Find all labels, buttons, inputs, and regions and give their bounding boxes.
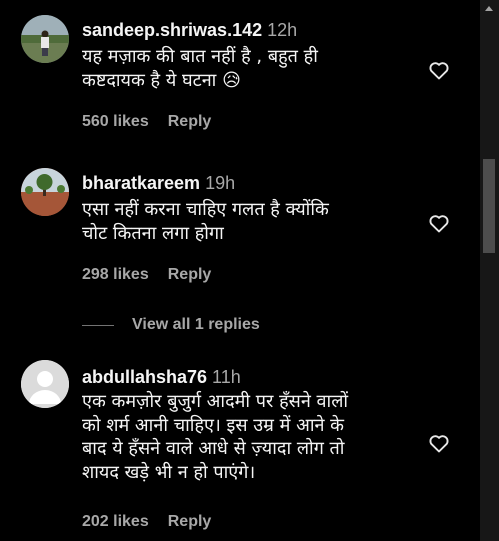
heart-outline-icon[interactable] [427, 211, 451, 235]
comment-text-line: बाद ये हँसने वाले आधे से ज़्यादा लोग तो [82, 438, 345, 459]
comment-timestamp: 11h [212, 367, 241, 387]
comment-text-line: एसा नहीं करना चाहिए गलत है क्योंकि [82, 199, 329, 220]
comment-text-line: एक कमज़ोर बुजुर्ग आदमी पर हँसने वालों [82, 391, 349, 412]
comment-text-line: को शर्म आनी चाहिए। इस उम्र में आने के [82, 414, 345, 436]
username-text[interactable]: abdullahsha76 [82, 367, 207, 387]
comment-meta: 202 likes Reply [82, 512, 211, 532]
comment-username[interactable]: bharatkareem 19h [82, 172, 235, 194]
comment-meta: 560 likes Reply [82, 112, 211, 132]
likes-count[interactable]: 298 likes [82, 266, 149, 283]
view-replies-label[interactable]: View all 1 replies [132, 316, 260, 334]
username-text[interactable]: sandeep.shriwas.142 [82, 20, 262, 40]
heart-outline-icon[interactable] [427, 58, 451, 82]
reply-button[interactable]: Reply [168, 266, 212, 283]
comment-text-line: कष्टदायक है ये घटना 😥 [82, 69, 241, 91]
comment-timestamp: 12h [267, 20, 298, 40]
reply-button[interactable]: Reply [168, 513, 212, 530]
scrollbar[interactable] [480, 0, 499, 541]
comment-text-line: चोट कितना लगा होगा [82, 222, 224, 244]
scrollbar-thumb[interactable] [483, 159, 495, 253]
comment-meta: 298 likes Reply [82, 265, 211, 285]
comment-text: एक कमज़ोर बुजुर्ग आदमी पर हँसने वालों को… [82, 390, 422, 484]
comment-timestamp: 19h [205, 173, 236, 193]
likes-count[interactable]: 202 likes [82, 513, 149, 530]
comment-text: यह मज़ाक की बात नहीं है , बहुत ही कष्टदा… [82, 45, 422, 92]
replies-divider-line [82, 324, 114, 326]
avatar[interactable] [21, 15, 69, 63]
comment-text: एसा नहीं करना चाहिए गलत है क्योंकि चोट क… [82, 198, 422, 245]
scroll-up-arrow-icon[interactable] [485, 6, 493, 11]
avatar[interactable] [21, 360, 69, 408]
reply-button[interactable]: Reply [168, 113, 212, 130]
avatar[interactable] [21, 168, 69, 216]
comments-list: sandeep.shriwas.142 12h यह मज़ाक की बात न… [0, 0, 480, 541]
comment-username[interactable]: sandeep.shriwas.142 12h [82, 19, 297, 41]
likes-count[interactable]: 560 likes [82, 113, 149, 130]
comment-username[interactable]: abdullahsha76 11h [82, 366, 241, 388]
view-replies-button[interactable]: View all 1 replies [82, 314, 260, 336]
comment-text-line: शायद खड़े भी न हो पाएंगे। [82, 461, 256, 483]
comment-text-line: यह मज़ाक की बात नहीं है , बहुत ही [82, 46, 318, 67]
heart-outline-icon[interactable] [427, 431, 451, 455]
username-text[interactable]: bharatkareem [82, 173, 200, 193]
